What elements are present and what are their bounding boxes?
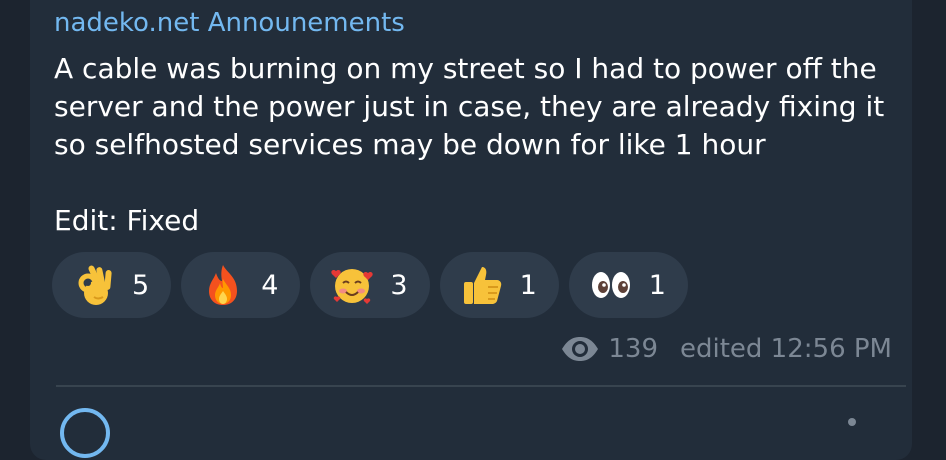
message-meta: 139 edited 12:56 PM [560, 334, 892, 364]
reaction-fire[interactable]: 4 [181, 252, 301, 318]
reaction-count: 1 [648, 269, 666, 301]
views-eye-icon [562, 337, 599, 361]
fire-icon [209, 265, 238, 305]
reaction-count: 3 [390, 269, 408, 301]
reaction-count: 4 [261, 269, 279, 301]
thumbs-up-icon [463, 267, 501, 304]
divider [56, 385, 906, 387]
edited-timestamp: edited 12:56 PM [680, 334, 892, 364]
comments-avatar-icon[interactable] [60, 408, 110, 458]
reaction-count: 1 [519, 269, 537, 301]
view-count: 139 [608, 334, 658, 364]
reaction-ok-hand[interactable]: 5 [52, 252, 172, 318]
reaction-eyes[interactable]: 1 [568, 252, 688, 318]
reaction-smiling-hearts[interactable]: 3 [310, 252, 430, 318]
channel-name[interactable]: nadeko.net Announements [54, 8, 405, 38]
chevron-right-icon[interactable] [848, 418, 856, 426]
reaction-count: 5 [132, 269, 150, 301]
reactions-bar: 5 4 3 1 1 [52, 252, 688, 318]
smiling-face-with-hearts-icon [331, 269, 374, 304]
ok-hand-icon [78, 265, 112, 305]
message-text: A cable was burning on my street so I ha… [54, 52, 885, 237]
eyes-icon [591, 272, 630, 298]
reaction-thumbs-up[interactable]: 1 [439, 252, 559, 318]
